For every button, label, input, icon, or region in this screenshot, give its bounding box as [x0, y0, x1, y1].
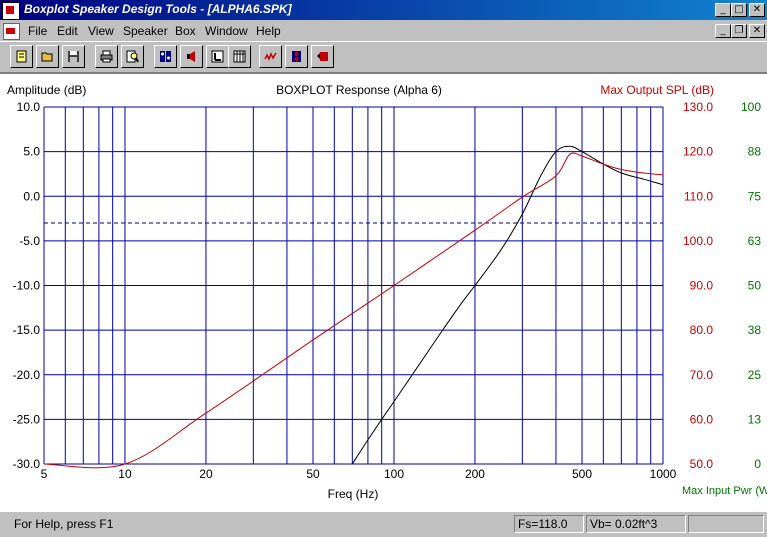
status-vb: Vb= 0.02ft^3	[586, 515, 686, 533]
table-icon	[233, 50, 246, 63]
menu-box[interactable]: Box	[175, 24, 196, 38]
menu-speaker[interactable]: Speaker	[123, 24, 168, 38]
menu-bar: File Edit View Speaker Box Window Help _…	[0, 20, 767, 41]
speaker-params-icon	[160, 51, 171, 62]
x-tick-label: 1000	[650, 467, 677, 481]
spl-tick-label: 110.0	[684, 189, 713, 203]
table-button[interactable]	[228, 45, 251, 68]
enclosure-icon	[292, 51, 301, 62]
y-tick-label: 10.0	[17, 100, 41, 114]
close-button[interactable]: ✕	[749, 3, 765, 17]
amplitude-series-line	[351, 145, 664, 465]
menu-edit[interactable]: Edit	[57, 24, 78, 38]
doc-restore-button[interactable]: ❐	[731, 24, 747, 38]
spl-tick-label: 60.0	[690, 412, 714, 426]
menu-file[interactable]: File	[28, 24, 47, 38]
pwr-tick-label: 0	[754, 457, 761, 471]
doc-minimize-button[interactable]: _	[715, 24, 731, 38]
x-tick-label: 20	[199, 467, 213, 481]
y-tick-label: -15.0	[13, 323, 41, 337]
spl-tick-label: 50.0	[690, 457, 714, 471]
floppy-disk-icon	[68, 51, 79, 62]
doc-close-button[interactable]: ✕	[749, 24, 765, 38]
app-icon[interactable]	[2, 2, 20, 20]
pwr-tick-label: 13	[748, 412, 762, 426]
spl-tick-label: 130.0	[683, 100, 713, 114]
speaker-button[interactable]	[180, 45, 203, 68]
spl-tick-label: 70.0	[690, 368, 714, 382]
pwr-tick-label: 38	[748, 323, 762, 337]
pwr-tick-label: 88	[748, 145, 762, 159]
pwr-tick-label: 50	[748, 279, 762, 293]
response-graph-icon	[264, 52, 277, 61]
title-bar: Boxplot Speaker Design Tools - [ALPHA6.S…	[0, 0, 767, 20]
printer-icon	[100, 50, 113, 63]
x-tick-label: 500	[572, 467, 592, 481]
minimize-button[interactable]: _	[715, 3, 731, 17]
spl-series-line	[43, 152, 664, 469]
window-title: Boxplot Speaker Design Tools - [ALPHA6.S…	[24, 2, 292, 16]
x-tick-label: 50	[306, 467, 320, 481]
spl-tick-label: 100.0	[683, 234, 713, 248]
print-button[interactable]	[95, 45, 118, 68]
enclosure-button[interactable]	[285, 45, 308, 68]
spl-tick-label: 90.0	[690, 279, 714, 293]
pwr-axis-label: Max Input Pwr (W	[682, 485, 767, 497]
menu-view[interactable]: View	[88, 24, 114, 38]
x-tick-label: 200	[465, 467, 485, 481]
x-tick-label: 100	[384, 467, 404, 481]
maximize-button[interactable]: □	[731, 3, 747, 17]
save-button[interactable]	[62, 45, 85, 68]
menu-help[interactable]: Help	[256, 24, 281, 38]
menu-window[interactable]: Window	[205, 24, 248, 38]
y-tick-label: 0.0	[23, 189, 40, 203]
plot-area: Amplitude (dB) BOXPLOT Response (Alpha 6…	[0, 73, 767, 512]
box-button[interactable]	[206, 45, 229, 68]
y-tick-label: 5.0	[23, 145, 40, 159]
open-file-button[interactable]	[36, 45, 59, 68]
y-tick-label: -20.0	[13, 368, 41, 382]
spl-tick-label: 120.0	[683, 145, 713, 159]
pwr-tick-label: 75	[748, 189, 762, 203]
left-axis-label: Amplitude (dB)	[7, 83, 86, 97]
spl-button[interactable]	[311, 45, 334, 68]
print-preview-button[interactable]	[121, 45, 144, 68]
status-fs: Fs=118.0	[514, 515, 584, 533]
status-empty-panel	[688, 515, 764, 533]
pwr-tick-label: 25	[748, 368, 762, 382]
document-icon[interactable]	[3, 23, 20, 40]
new-file-icon	[16, 50, 27, 63]
y-tick-label: -10.0	[13, 279, 41, 293]
spl-icon	[317, 52, 328, 61]
x-tick-label: 10	[118, 467, 132, 481]
status-bar: For Help, press F1 Fs=118.0 Vb= 0.02ft^3	[0, 511, 767, 537]
spl-tick-label: 80.0	[690, 323, 714, 337]
pwr-tick-label: 63	[748, 234, 762, 248]
response-chart[interactable]: Amplitude (dB) BOXPLOT Response (Alpha 6…	[0, 74, 767, 512]
y-tick-label: -5.0	[19, 234, 40, 248]
toolbar	[0, 41, 767, 73]
status-help-text: For Help, press F1	[14, 517, 114, 531]
magnifier-page-icon	[126, 50, 139, 63]
speaker-params-button[interactable]	[154, 45, 177, 68]
spl-axis-label: Max Output SPL (dB)	[600, 83, 714, 97]
x-tick-label: 5	[41, 467, 48, 481]
y-tick-label: -25.0	[13, 412, 41, 426]
x-axis-label: Freq (Hz)	[328, 487, 379, 501]
open-folder-icon	[41, 52, 53, 62]
loudspeaker-icon	[187, 51, 195, 62]
pwr-tick-label: 100	[741, 100, 761, 114]
box-icon	[211, 50, 224, 63]
chart-title: BOXPLOT Response (Alpha 6)	[276, 83, 442, 97]
response-graph-button[interactable]	[259, 45, 282, 68]
new-file-button[interactable]	[10, 45, 33, 68]
y-tick-label: -30.0	[13, 457, 41, 471]
